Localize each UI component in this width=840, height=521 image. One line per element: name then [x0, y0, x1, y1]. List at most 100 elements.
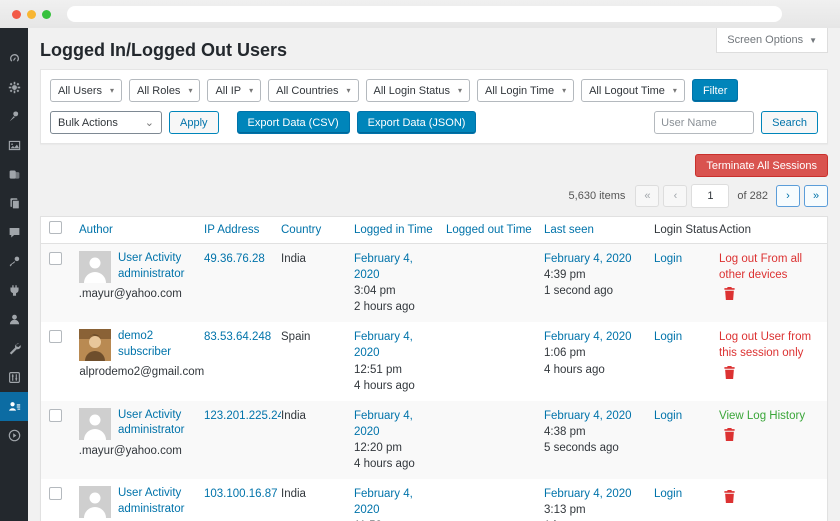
author-name-link[interactable]: demo2 — [118, 329, 171, 345]
filter-select-all-countries[interactable]: All Countries▾ — [268, 79, 358, 102]
theme-icon — [8, 168, 21, 181]
action-link[interactable]: View Log History — [719, 408, 813, 424]
first-page-button[interactable]: « — [635, 185, 659, 207]
row-checkbox[interactable] — [49, 252, 62, 265]
chevron-down-icon: ▾ — [347, 86, 351, 95]
table-row: User Activityadministratorit.mayur@yahoo… — [41, 479, 827, 521]
sidebar-item-dashboard[interactable] — [0, 44, 28, 73]
login-status-link[interactable]: Login — [654, 331, 682, 343]
filter-select-all-logout-time[interactable]: All Logout Time▾ — [581, 79, 685, 102]
logged-in-time-cell: February 4, 20203:04 pm2 hours ago — [354, 251, 446, 315]
bulk-actions-select[interactable]: Bulk Actions ⌄ — [50, 111, 162, 134]
screen-options-button[interactable]: Screen Options ▼ — [716, 28, 828, 53]
chevron-down-icon: ▾ — [249, 86, 253, 95]
sidebar-item-user-activity[interactable] — [0, 392, 28, 421]
bulk-actions-label: Bulk Actions — [58, 117, 118, 129]
filter-select-all-login-time[interactable]: All Login Time▾ — [477, 79, 574, 102]
column-header-last-seen[interactable]: Last seen — [544, 224, 654, 236]
column-header-ip-address[interactable]: IP Address — [204, 224, 281, 236]
collapse-icon — [8, 429, 21, 442]
username-search-input[interactable] — [654, 111, 754, 134]
avatar — [79, 408, 111, 440]
column-header-author[interactable]: Author — [79, 224, 204, 236]
author-name-link[interactable]: User Activity — [118, 251, 184, 267]
sidebar-item-brush[interactable] — [0, 247, 28, 276]
column-header-country[interactable]: Country — [281, 224, 354, 236]
chevron-down-icon: ▾ — [458, 86, 462, 95]
filter-select-all-users[interactable]: All Users▾ — [50, 79, 122, 102]
select-all-checkbox-top[interactable] — [49, 221, 62, 234]
ip-address-link[interactable]: 123.201.225.243 — [204, 410, 281, 422]
row-checkbox[interactable] — [49, 409, 62, 422]
sidebar-item-settings[interactable] — [0, 363, 28, 392]
sidebar-item-pin[interactable] — [0, 102, 28, 131]
chevron-down-icon: ▾ — [562, 86, 566, 95]
export-json-button[interactable]: Export Data (JSON) — [357, 111, 477, 134]
author-role-link[interactable]: administrator — [118, 423, 184, 439]
filter-select-all-roles[interactable]: All Roles▾ — [129, 79, 200, 102]
window-close-icon[interactable] — [12, 10, 21, 19]
logged-in-time-cell: February 4, 202012:20 pm4 hours ago — [354, 408, 446, 472]
sidebar-item-tools[interactable] — [0, 334, 28, 363]
export-csv-button[interactable]: Export Data (CSV) — [237, 111, 350, 134]
search-button[interactable]: Search — [761, 111, 818, 134]
filter-select-all-login-status[interactable]: All Login Status▾ — [366, 79, 470, 102]
prev-page-button[interactable]: ‹ — [663, 185, 687, 207]
filter-select-label: All Roles — [137, 85, 180, 97]
window-minimize-icon[interactable] — [27, 10, 36, 19]
row-checkbox[interactable] — [49, 487, 62, 500]
sidebar-item-comments[interactable] — [0, 218, 28, 247]
author-cell: User Activityadministratorit.mayur@yahoo… — [79, 486, 204, 521]
table-row: User Activityadministratorit.mayur@yahoo… — [41, 244, 827, 322]
terminate-all-sessions-button[interactable]: Terminate All Sessions — [695, 154, 828, 177]
sidebar-item-theme[interactable] — [0, 160, 28, 189]
brush-icon — [8, 255, 21, 268]
ip-address-link[interactable]: 49.36.76.28 — [204, 253, 265, 265]
author-role-link[interactable]: subscriber — [118, 345, 171, 361]
media-icon — [8, 139, 21, 152]
pages-icon — [8, 197, 21, 210]
ip-address-link[interactable]: 83.53.64.248 — [204, 331, 271, 343]
login-status-link[interactable]: Login — [654, 488, 682, 500]
avatar — [79, 251, 111, 283]
trash-icon[interactable] — [723, 489, 736, 509]
author-email: ualprodemo2@gmail.com — [79, 364, 192, 380]
author-name-link[interactable]: User Activity — [118, 486, 184, 502]
login-status-link[interactable]: Login — [654, 410, 682, 422]
window-maximize-icon[interactable] — [42, 10, 51, 19]
sidebar-item-plugin[interactable] — [0, 276, 28, 305]
author-name-link[interactable]: User Activity — [118, 408, 184, 424]
total-pages-label: of 282 — [737, 190, 768, 202]
last-page-button[interactable]: » — [804, 185, 828, 207]
action-cell — [719, 486, 819, 509]
sidebar-item-pages[interactable] — [0, 189, 28, 218]
author-email: it.mayur@yahoo.com — [79, 443, 192, 459]
apply-button[interactable]: Apply — [169, 111, 219, 134]
last-seen-cell: February 4, 20204:39 pm1 second ago — [544, 251, 654, 299]
author-role-link[interactable]: administrator — [118, 502, 184, 518]
screen-options-label: Screen Options — [727, 34, 803, 46]
column-header-logged-in-time[interactable]: Logged in Time — [354, 224, 446, 236]
author-role-link[interactable]: administrator — [118, 267, 184, 283]
next-page-button[interactable]: › — [776, 185, 800, 207]
sidebar-item-gear[interactable] — [0, 73, 28, 102]
ip-address-link[interactable]: 103.100.16.87 — [204, 488, 278, 500]
login-status-link[interactable]: Login — [654, 253, 682, 265]
filter-select-all-ip[interactable]: All IP▾ — [207, 79, 261, 102]
sidebar-item-users[interactable] — [0, 305, 28, 334]
action-link[interactable]: Log out From all other devices — [719, 251, 813, 283]
trash-icon[interactable] — [723, 286, 736, 306]
sidebar-item-media[interactable] — [0, 131, 28, 160]
trash-icon[interactable] — [723, 427, 736, 447]
filter-button[interactable]: Filter — [692, 79, 738, 102]
trash-icon[interactable] — [723, 365, 736, 385]
filter-select-label: All Logout Time — [589, 85, 665, 97]
row-checkbox[interactable] — [49, 330, 62, 343]
column-header-logged-out-time[interactable]: Logged out Time — [446, 224, 544, 236]
address-bar[interactable] — [67, 6, 782, 22]
country-cell: India — [281, 251, 354, 267]
sidebar-item-collapse[interactable] — [0, 421, 28, 450]
action-link[interactable]: Log out User from this session only — [719, 329, 813, 361]
table-row: demo2subscriber ualprodemo2@gmail.com 83.5… — [41, 322, 827, 400]
current-page-input[interactable] — [691, 184, 729, 208]
